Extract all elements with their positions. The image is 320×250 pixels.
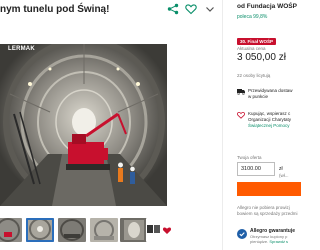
purchase-panel: od Fundacja WOŚP poleca 99,8% 30. Finał …	[222, 0, 301, 250]
chevron-down-icon[interactable]	[204, 3, 216, 15]
listing-title: nym tunelu pod Świną!	[0, 4, 110, 15]
thumbnail[interactable]	[0, 218, 22, 242]
charity-link[interactable]: Świątecznej Pomocy	[248, 123, 291, 129]
wosp-badge: 30. Finał WOŚP	[237, 38, 277, 45]
seller-rating[interactable]: poleca 99,8%	[237, 14, 267, 20]
thumbnail[interactable]	[26, 218, 54, 242]
photo-watermark: LERMAK	[8, 46, 35, 52]
offer-label: Twoja oferta	[237, 155, 262, 160]
guarantee-text: Otrzymasz kupiony p pieniądze. Sprawdź s	[250, 234, 288, 244]
shield-check-icon	[237, 229, 247, 239]
main-photo[interactable]: LERMAK	[0, 44, 167, 206]
seller-name[interactable]: od Fundacja WOŚP	[237, 3, 297, 10]
place-bid-button[interactable]	[237, 182, 301, 196]
charity-heart-icon	[237, 111, 245, 119]
offer-currency: zł	[279, 166, 283, 172]
listing-gallery-column: nym tunelu pod Świną! LERMAK	[0, 0, 222, 250]
tunnel-photo-illustration	[0, 44, 167, 206]
thumbnail[interactable]	[120, 218, 148, 242]
charity-info: Kupując, wspierasz c Organizacji Charyta…	[248, 111, 291, 129]
heart-icon[interactable]	[185, 3, 197, 15]
bidders-count: 22 osoby licytują	[237, 73, 271, 78]
offer-amount-input[interactable]	[237, 162, 275, 176]
price-label: Aktualna cena	[237, 46, 266, 51]
share-icon[interactable]	[167, 3, 179, 15]
offer-minimum: (wł...	[279, 173, 289, 178]
guarantee-line-text: pieniądze.	[250, 239, 269, 244]
current-price: 3 050,00 zł	[237, 52, 286, 63]
thumbnail[interactable]	[146, 218, 174, 242]
guarantee-link[interactable]: Sprawdź s	[269, 239, 288, 244]
guarantee-line: pieniądze. Sprawdź s	[250, 239, 288, 244]
thumbnail-strip	[0, 218, 222, 246]
page: nym tunelu pod Świną! LERMAK od Fundacja…	[0, 0, 301, 250]
thumbnail[interactable]	[58, 218, 86, 242]
info-line: bowiem są sprzedaży przedmi	[237, 211, 298, 216]
delivery-info: Przewidywana dostaw w punkcie	[248, 88, 293, 100]
delivery-truck-icon	[237, 89, 245, 95]
commission-info: Allegro nie pobiera prowizj bowiem są sp…	[237, 205, 298, 217]
delivery-line: w punkcie	[248, 94, 269, 99]
thumbnail[interactable]	[90, 218, 118, 242]
wosp-logo-icon	[146, 218, 174, 242]
